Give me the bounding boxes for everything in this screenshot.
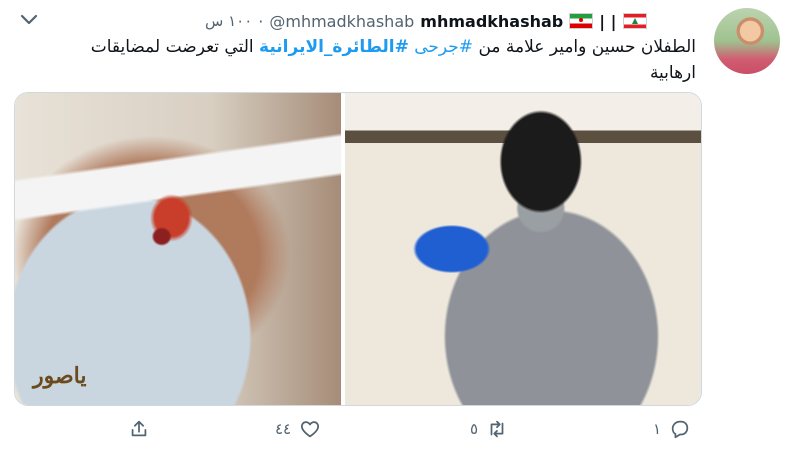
hashtag-link[interactable]: #الطائرة_الايرانية (259, 37, 409, 57)
tweet-text-prefix: الطفلان حسين وامير علامة من (473, 37, 696, 57)
chevron-down-icon[interactable] (20, 12, 38, 28)
tweet-media[interactable]: ياصور (14, 92, 702, 406)
reply-count: ١ (653, 420, 662, 438)
hashtag-link[interactable]: #جرحى (414, 37, 473, 57)
media-photo-right[interactable] (345, 93, 701, 405)
tweet-card: ١٠٠ س · @mhmadkhashab mhmadkhashab | | ا… (0, 0, 800, 450)
avatar[interactable] (714, 8, 780, 74)
header-separator: · (258, 11, 264, 31)
like-count: ٤٤ (275, 420, 292, 438)
display-name[interactable]: mhmadkhashab (420, 12, 563, 31)
tweet-text: الطفلان حسين وامير علامة من #جرحى #الطائ… (56, 34, 696, 86)
retweet-button[interactable]: ٥ (470, 412, 508, 446)
tweet-actions: ١ ٥ ٤٤ (0, 412, 800, 446)
user-handle[interactable]: @mhmadkhashab (269, 12, 414, 31)
watermark-logo: ياصور (33, 363, 87, 389)
name-separator: | | (599, 11, 617, 31)
reply-icon (671, 420, 689, 439)
lebanon-flag-icon (622, 13, 647, 29)
retweet-count: ٥ (470, 420, 479, 438)
tweet-time[interactable]: ١٠٠ س (205, 12, 252, 30)
heart-icon (301, 421, 320, 438)
media-photo-left[interactable]: ياصور (15, 93, 341, 405)
iran-flag-icon (569, 13, 594, 29)
share-icon (131, 420, 147, 437)
like-button[interactable]: ٤٤ (275, 412, 321, 446)
share-button[interactable] (128, 412, 150, 446)
reply-button[interactable]: ١ (653, 412, 691, 446)
tweet-header: ١٠٠ س · @mhmadkhashab mhmadkhashab | | (205, 11, 647, 31)
retweet-icon (490, 420, 504, 438)
